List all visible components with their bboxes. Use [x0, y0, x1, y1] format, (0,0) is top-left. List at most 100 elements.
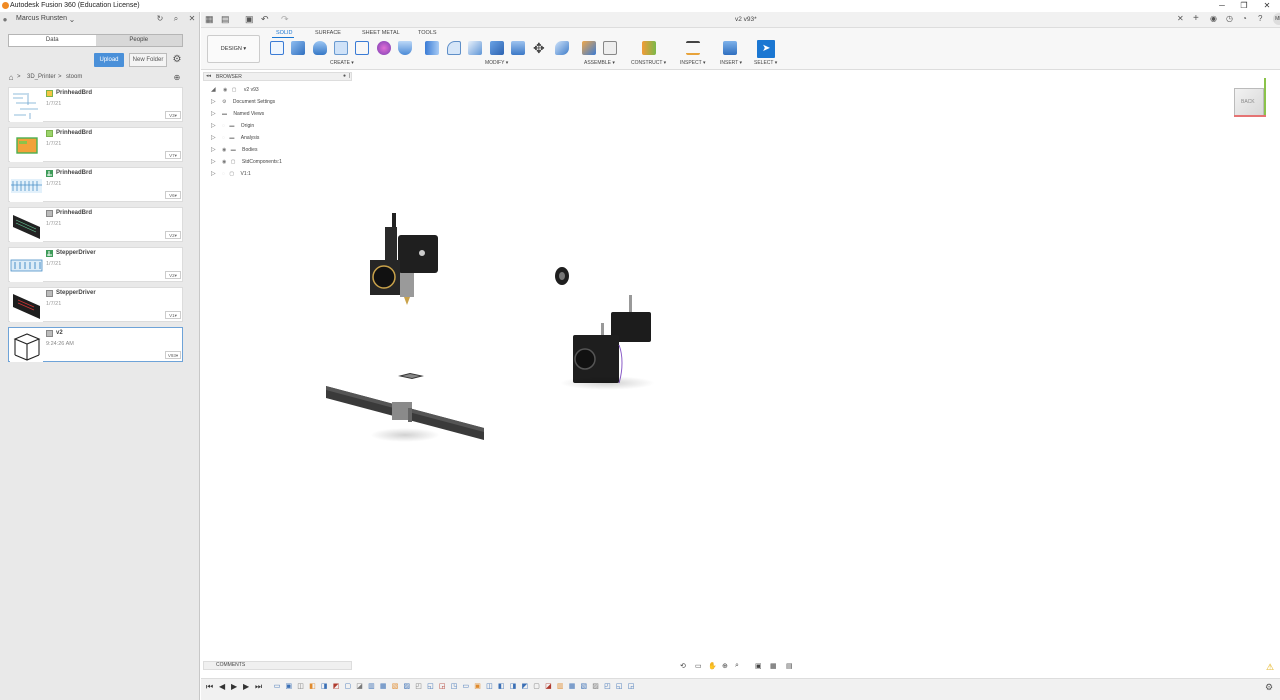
list-item[interactable]: v2 9:24:26 AM V93▾: [8, 327, 183, 362]
timeline-feature-icon[interactable]: ▥: [367, 683, 375, 691]
fillet-icon[interactable]: [447, 41, 461, 55]
measure-icon[interactable]: [686, 41, 700, 55]
create-sketch-icon[interactable]: [270, 41, 284, 55]
gear-icon[interactable]: ⚙: [172, 55, 182, 65]
new-tab-icon[interactable]: +: [1193, 13, 1199, 24]
timeline-settings-icon[interactable]: ⚙: [1265, 682, 1273, 693]
timeline-feature-icon[interactable]: ▭: [273, 683, 281, 691]
browser-node-named-views[interactable]: ▷ ▬ Named Views: [211, 110, 264, 117]
fit-icon[interactable]: ⌕: [735, 662, 739, 670]
group-create[interactable]: CREATE ▾: [330, 60, 354, 66]
combine-icon[interactable]: [511, 41, 525, 55]
timeline-back-icon[interactable]: ◀: [219, 682, 225, 691]
tab-tools[interactable]: TOOLS: [418, 30, 437, 36]
close-tab-icon[interactable]: ✕: [1177, 14, 1184, 23]
list-item[interactable]: PrinheadBrd 1/7/21 V7▾: [8, 127, 183, 162]
browser-node-v1[interactable]: ▷ ◌ ▢ V1:1: [211, 170, 251, 177]
eye-icon[interactable]: ◌: [222, 171, 225, 177]
eye-icon[interactable]: ◌: [222, 135, 225, 141]
browser-node-document-settings[interactable]: ▷ ⚙ Document Settings: [211, 98, 275, 105]
undo-icon[interactable]: ↶: [261, 14, 269, 25]
hole-icon[interactable]: [398, 41, 412, 55]
breadcrumb-folder[interactable]: stoom: [66, 74, 82, 80]
group-assemble[interactable]: ASSEMBLE ▾: [584, 60, 615, 66]
timeline-feature-icon[interactable]: ▣: [474, 683, 482, 691]
timeline-start-icon[interactable]: ⏮: [206, 682, 213, 692]
select-tool-button[interactable]: ➤: [757, 40, 775, 58]
breadcrumb-project[interactable]: 3D_Printer: [27, 74, 56, 80]
collapse-icon[interactable]: ◂◂: [206, 73, 211, 79]
job-status-icon[interactable]: ◷: [1226, 14, 1233, 23]
refresh-icon[interactable]: ↻: [155, 14, 165, 24]
extensions-icon[interactable]: ◉: [1210, 14, 1217, 23]
search-icon[interactable]: ⌕: [171, 14, 181, 24]
sweep-icon[interactable]: [334, 41, 348, 55]
minimize-button[interactable]: ─: [1215, 1, 1229, 11]
triangle-collapsed-icon[interactable]: ▷: [211, 111, 216, 117]
browser-node-origin[interactable]: ▷ ◌ ▬ Origin: [211, 122, 254, 129]
timeline-feature-icon[interactable]: ▦: [568, 683, 576, 691]
press-pull-icon[interactable]: [425, 41, 439, 55]
triangle-collapsed-icon[interactable]: ▷: [211, 171, 216, 177]
small-board-model[interactable]: [396, 372, 426, 380]
timeline-feature-icon[interactable]: ◱: [426, 683, 434, 691]
timeline-feature-icon[interactable]: ▢: [344, 683, 352, 691]
pin-icon[interactable]: ●: [343, 73, 346, 79]
revolve-icon[interactable]: [313, 41, 327, 55]
group-insert[interactable]: INSERT ▾: [720, 60, 742, 66]
printhead-assembly-model[interactable]: [360, 205, 450, 310]
move-icon[interactable]: ✥: [533, 40, 545, 57]
new-component-icon[interactable]: [582, 41, 596, 55]
timeline-feature-icon[interactable]: ▥: [556, 683, 564, 691]
tab-solid[interactable]: SOLID: [276, 30, 293, 36]
comments-panel-header[interactable]: COMMENTS: [203, 661, 352, 670]
eye-icon[interactable]: ◉: [223, 87, 227, 93]
viewports-icon[interactable]: ▤: [786, 662, 793, 670]
timeline-feature-icon[interactable]: ◨: [320, 683, 328, 691]
triangle-expanded-icon[interactable]: ◢: [211, 87, 216, 93]
group-modify[interactable]: MODIFY ▾: [485, 60, 508, 66]
group-construct[interactable]: CONSTRUCT ▾: [631, 60, 666, 66]
browser-node-stdcomponents[interactable]: ▷ ◉ ▢ StdComponents:1: [211, 158, 282, 165]
extrude-icon[interactable]: [291, 41, 305, 55]
version-badge[interactable]: V2▾: [165, 271, 181, 279]
user-name[interactable]: Marcus Runsten: [16, 15, 67, 22]
timeline-feature-icon[interactable]: ◫: [485, 683, 493, 691]
timeline-feature-icon[interactable]: ▣: [285, 683, 293, 691]
list-item[interactable]: PrinheadBrd 1/7/21 V6▾: [8, 167, 183, 202]
workspace-switcher[interactable]: DESIGN ▾: [207, 35, 260, 63]
look-at-icon[interactable]: ▭: [695, 662, 702, 670]
timeline-play-icon[interactable]: ▶: [231, 682, 237, 691]
notifications-icon[interactable]: ◔: [1242, 14, 1247, 23]
orbit-icon[interactable]: ⟲: [680, 662, 686, 670]
file-menu-icon[interactable]: ▤: [221, 14, 230, 25]
tab-data[interactable]: Data: [9, 35, 96, 46]
timeline-end-icon[interactable]: ⏭: [255, 682, 262, 692]
timeline-feature-icon[interactable]: ◱: [615, 683, 623, 691]
save-icon[interactable]: ▣: [245, 14, 254, 25]
timeline-feature-icon[interactable]: ▧: [391, 683, 399, 691]
timeline-feature-icon[interactable]: ◧: [497, 683, 505, 691]
browser-panel-header[interactable]: ◂◂ BROWSER ● |: [203, 72, 352, 81]
timeline-feature-icon[interactable]: ◲: [438, 683, 446, 691]
insert-image-icon[interactable]: [723, 41, 737, 55]
version-badge[interactable]: V2▾: [165, 231, 181, 239]
timeline-feature-icon[interactable]: ◪: [356, 683, 364, 691]
triangle-collapsed-icon[interactable]: ▷: [211, 147, 216, 153]
maximize-button[interactable]: ❐: [1237, 1, 1251, 11]
loft-icon[interactable]: [355, 41, 369, 55]
group-inspect[interactable]: INSPECT ▾: [680, 60, 705, 66]
new-folder-button[interactable]: New Folder: [129, 53, 167, 67]
timeline-feature-icon[interactable]: ▭: [462, 683, 470, 691]
triangle-collapsed-icon[interactable]: ▷: [211, 123, 216, 129]
eye-icon[interactable]: ◌: [222, 123, 225, 129]
eye-icon[interactable]: ◉: [222, 159, 226, 165]
viewcube[interactable]: BACK: [1234, 88, 1264, 116]
list-item[interactable]: StepperDriver 1/7/21 V2▾: [8, 247, 183, 282]
version-badge[interactable]: V3▾: [165, 111, 181, 119]
browser-root-node[interactable]: ◢ ◉ ▢ v2 v93: [211, 86, 259, 93]
avatar[interactable]: MR: [1273, 13, 1280, 25]
chevron-down-icon[interactable]: ⌄: [67, 15, 77, 25]
triangle-collapsed-icon[interactable]: ▷: [211, 159, 216, 165]
timeline-feature-icon[interactable]: ◩: [521, 683, 529, 691]
